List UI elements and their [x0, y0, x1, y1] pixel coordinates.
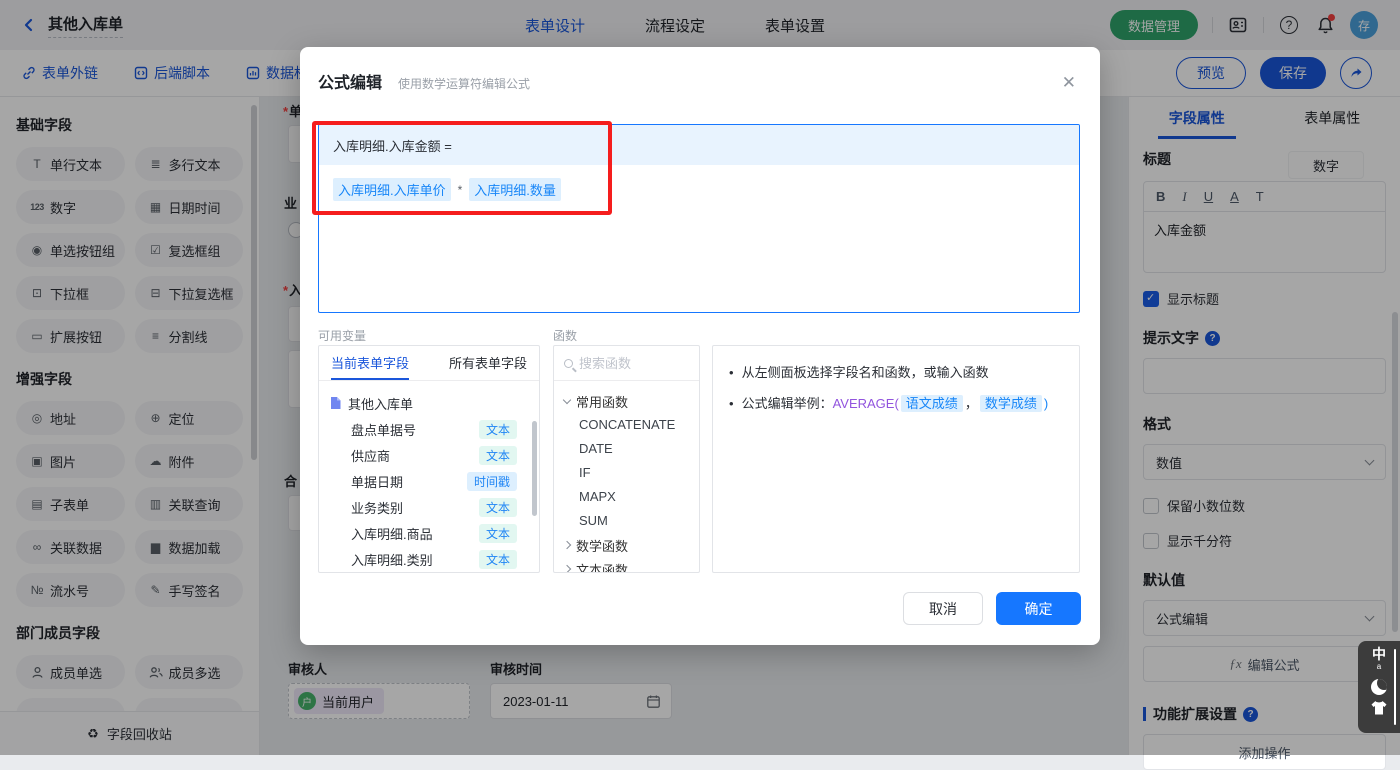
function-item[interactable]: MAPX [564, 485, 689, 509]
variables-scrollbar[interactable] [532, 421, 537, 516]
variables-root-node[interactable]: 其他入库单 [329, 390, 529, 416]
language-toggle-icon[interactable]: 中a [1372, 647, 1386, 674]
formula-editor[interactable]: 入库明细.入库金额 = 入库明细.入库单价 * 入库明细.数量 [318, 124, 1080, 313]
formula-operator: * [458, 183, 463, 197]
functions-label: 函数 [553, 327, 577, 344]
chevron-right-icon [563, 565, 571, 573]
search-icon [564, 359, 573, 368]
floating-tool-widget: 中a [1358, 641, 1400, 733]
variable-row[interactable]: 供应商文本 [329, 442, 529, 468]
functions-panel: 常用函数 CONCATENATE DATE IF MAPX SUM 数学函数 文… [553, 345, 700, 573]
type-tag: 文本 [479, 498, 517, 517]
widget-handle[interactable] [1394, 649, 1396, 725]
tab-current-form-fields[interactable]: 当前表单字段 [331, 346, 409, 380]
variable-row[interactable]: 入库明细.类别文本 [329, 546, 529, 572]
variable-row[interactable]: 盘点单据号文本 [329, 416, 529, 442]
close-icon[interactable] [1062, 74, 1076, 91]
variables-label: 可用变量 [318, 327, 366, 344]
formula-target: 入库明细.入库金额 = [319, 125, 1079, 165]
formula-edit-modal: 公式编辑 使用数学运算符编辑公式 入库明细.入库金额 = 入库明细.入库单价 *… [300, 47, 1100, 645]
function-item[interactable]: IF [564, 461, 689, 485]
variable-row[interactable]: 单据日期时间戳 [329, 468, 529, 494]
bullet: • [729, 395, 734, 413]
cancel-button[interactable]: 取消 [903, 592, 983, 625]
type-tag: 文本 [479, 446, 517, 465]
example-field-tag: 数学成绩 [980, 395, 1042, 412]
function-item[interactable]: SUM [564, 509, 689, 533]
confirm-button[interactable]: 确定 [996, 592, 1081, 625]
type-tag: 文本 [479, 420, 517, 439]
type-tag: 文本 [479, 524, 517, 543]
function-item[interactable]: CONCATENATE [564, 413, 689, 437]
tip-text: 从左侧面板选择字段名和函数，或输入函数 [742, 364, 989, 382]
modal-title: 公式编辑 [318, 69, 382, 93]
function-item[interactable]: DATE [564, 437, 689, 461]
tip-example: 公式编辑举例：AVERAGE(语文成绩，数学成绩) [742, 395, 1049, 413]
document-icon [329, 396, 342, 410]
dark-mode-icon[interactable] [1371, 679, 1387, 695]
modal-subtitle: 使用数学运算符编辑公式 [398, 75, 530, 92]
formula-operand-2[interactable]: 入库明细.数量 [469, 178, 561, 201]
function-group-text[interactable]: 文本函数 [564, 557, 689, 573]
type-tag: 时间戳 [467, 472, 517, 491]
formula-operand-1[interactable]: 入库明细.入库单价 [333, 178, 451, 201]
variables-panel: 当前表单字段 所有表单字段 其他入库单 盘点单据号文本 供应商文本 单据日期时间… [318, 345, 540, 573]
function-search-input[interactable] [579, 356, 679, 371]
variable-row[interactable]: 入库明细.商品文本 [329, 520, 529, 546]
bullet: • [729, 364, 734, 382]
function-group-common[interactable]: 常用函数 [564, 389, 689, 413]
example-field-tag: 语文成绩 [901, 395, 963, 412]
theme-shirt-icon[interactable] [1370, 700, 1388, 716]
tips-panel: • 从左侧面板选择字段名和函数，或输入函数 • 公式编辑举例：AVERAGE(语文… [712, 345, 1080, 573]
variable-row[interactable]: 业务类别文本 [329, 494, 529, 520]
function-search[interactable] [554, 346, 699, 381]
function-group-math[interactable]: 数学函数 [564, 533, 689, 557]
chevron-right-icon [563, 541, 571, 549]
chevron-down-icon [563, 395, 571, 403]
type-tag: 文本 [479, 550, 517, 569]
tab-all-form-fields[interactable]: 所有表单字段 [449, 346, 527, 380]
